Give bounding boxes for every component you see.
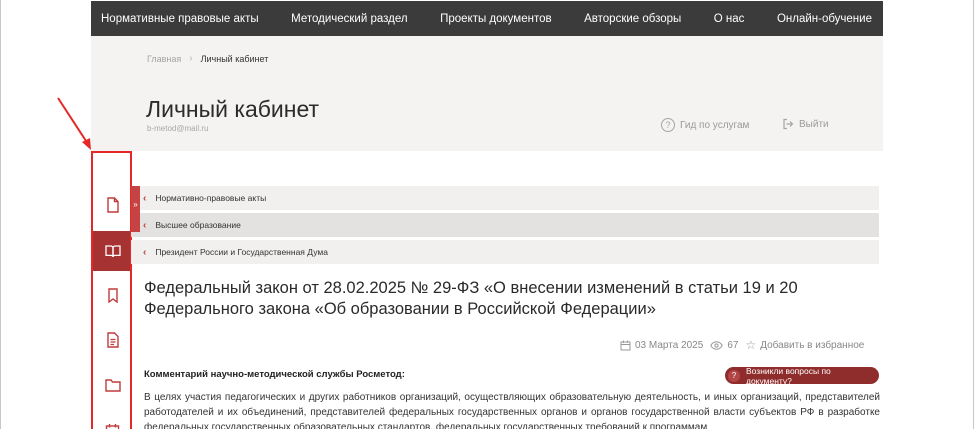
bookmark-icon xyxy=(107,287,118,303)
comment-heading: Комментарий научно-методической службы Р… xyxy=(144,369,405,380)
page: Нормативные правовые акты Методический р… xyxy=(0,0,974,429)
accordion-item-label: Нормативно-правовые акты xyxy=(155,193,267,203)
add-to-favorites-button[interactable]: ☆ Добавить в избранное xyxy=(745,338,864,352)
view-count-value: 67 xyxy=(727,339,739,351)
nav-item-reviews[interactable]: Авторские обзоры xyxy=(584,13,681,25)
calendar-icon xyxy=(105,423,120,429)
annotation-arrow-icon xyxy=(57,97,91,150)
breadcrumb-home-link[interactable]: Главная xyxy=(147,54,181,64)
accordion-item-label: Высшее образование xyxy=(155,220,241,230)
user-email: b-metod@mail.ru xyxy=(147,124,209,133)
ask-question-label: Возникли вопросы по документу? xyxy=(746,365,831,386)
chevron-left-icon: ‹ xyxy=(143,192,147,204)
accordion-item-president-duma[interactable]: ‹ Президент России и Государственная Дум… xyxy=(131,240,879,264)
article-meta: 03 Марта 2025 67 ☆ Добавить в избранное xyxy=(620,338,864,352)
accordion-item-label: Президент России и Государственная Дума xyxy=(155,247,328,257)
question-icon: ? xyxy=(728,369,740,382)
ask-question-button[interactable]: ? Возникли вопросы по документу? xyxy=(725,365,879,386)
page-title: Личный кабинет xyxy=(146,96,320,122)
page-header: Главная › Личный кабинет Личный кабинет … xyxy=(91,36,883,151)
service-guide-label: Гид по услугам xyxy=(680,119,750,131)
breadcrumb: Главная › Личный кабинет xyxy=(147,53,268,64)
eye-icon xyxy=(710,340,724,350)
nav-item-about[interactable]: О нас xyxy=(714,13,745,25)
sidebar-item-calendar[interactable] xyxy=(93,410,132,429)
add-to-favorites-label: Добавить в избранное xyxy=(760,339,865,351)
article-title: Федеральный закон от 28.02.2025 № 29-ФЗ … xyxy=(144,279,798,318)
sidebar-item-documents[interactable] xyxy=(93,185,132,225)
star-icon: ☆ xyxy=(745,338,757,352)
publish-date-value: 03 Марта 2025 xyxy=(635,339,704,351)
chevron-left-icon: ‹ xyxy=(143,219,147,231)
logout-link[interactable]: Выйти xyxy=(782,118,829,130)
category-accordion: ‹ Нормативно-правовые акты ‹ Высшее обра… xyxy=(131,186,879,267)
top-navigation: Нормативные правовые акты Методический р… xyxy=(91,1,883,36)
text-document-icon xyxy=(106,332,119,348)
logout-icon xyxy=(783,118,794,130)
nav-item-methodical[interactable]: Методический раздел xyxy=(291,13,407,25)
view-count: 67 xyxy=(710,340,738,351)
nav-item-normative-acts[interactable]: Нормативные правовые акты xyxy=(101,13,259,25)
sidebar-item-bookmarks[interactable] xyxy=(93,275,132,315)
sidebar-toggle-button[interactable]: » xyxy=(131,186,140,232)
window-edge-left xyxy=(0,0,1,429)
open-book-icon xyxy=(104,245,121,258)
service-guide-link[interactable]: ? Гид по услугам xyxy=(661,118,749,132)
document-icon xyxy=(106,197,119,213)
article-body: В целях участия педагогических и других … xyxy=(144,392,880,429)
logout-label: Выйти xyxy=(799,118,829,130)
nav-item-online-learning[interactable]: Онлайн-обучение xyxy=(777,13,872,25)
sidebar-item-texts[interactable] xyxy=(93,320,132,360)
nav-item-drafts[interactable]: Проекты документов xyxy=(440,13,552,25)
sidebar-item-library[interactable] xyxy=(93,231,132,271)
left-sidebar xyxy=(93,152,132,429)
folder-icon xyxy=(104,379,121,392)
accordion-item-normative-acts[interactable]: ‹ Нормативно-правовые акты xyxy=(131,186,879,210)
calendar-small-icon xyxy=(620,340,631,350)
chevron-left-icon: ‹ xyxy=(143,246,147,258)
question-circle-icon: ? xyxy=(661,118,675,132)
publish-date: 03 Марта 2025 xyxy=(620,340,703,351)
breadcrumb-current: Личный кабинет xyxy=(200,53,269,64)
breadcrumb-separator-icon: › xyxy=(189,53,193,64)
accordion-item-higher-education[interactable]: ‹ Высшее образование xyxy=(131,213,879,237)
sidebar-item-folders[interactable] xyxy=(93,365,132,405)
